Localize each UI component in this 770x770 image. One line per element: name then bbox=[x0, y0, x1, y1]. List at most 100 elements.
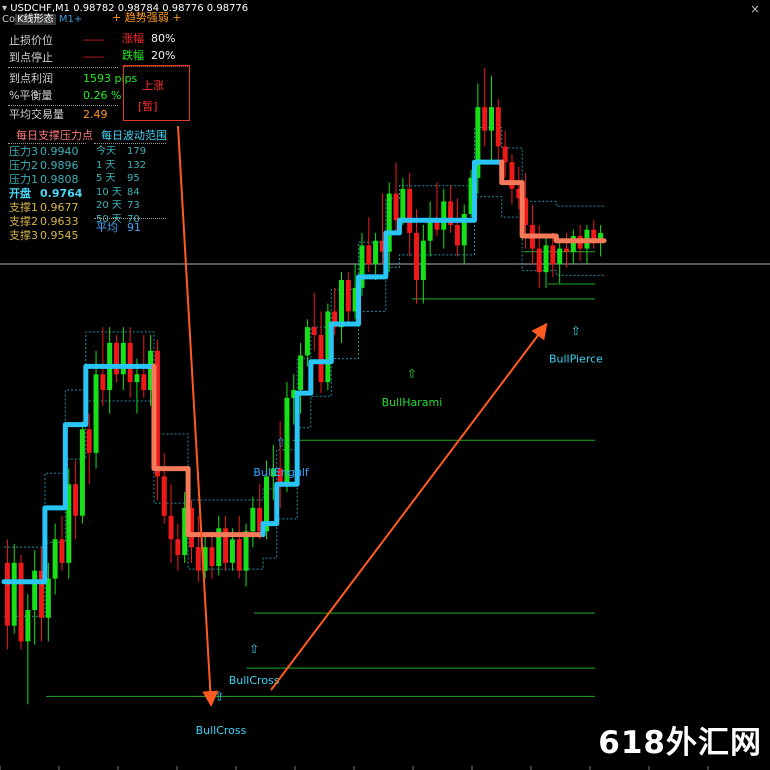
close-icon[interactable]: × bbox=[750, 2, 760, 16]
range-row-value: 132 bbox=[127, 159, 147, 171]
candle-body bbox=[120, 342, 126, 375]
candle-body bbox=[25, 610, 31, 642]
pattern-arrow: ⇧ bbox=[407, 366, 417, 380]
signal-status-label: [暂] bbox=[138, 100, 158, 113]
trend-line bbox=[151, 363, 266, 538]
range-row-value: 95 bbox=[127, 173, 140, 184]
candle-body bbox=[114, 342, 119, 375]
candle-body bbox=[127, 342, 133, 383]
range-row-value: 179 bbox=[127, 146, 147, 157]
pivot-row-value: 0.9808 bbox=[40, 173, 79, 186]
candle-body bbox=[168, 515, 174, 540]
candle-body bbox=[161, 476, 167, 516]
rise-label: 涨幅 bbox=[122, 32, 144, 45]
pattern-arrow: ⇧ bbox=[571, 324, 581, 338]
candle-body bbox=[339, 280, 344, 328]
indicator-name: K线形态 bbox=[15, 14, 56, 25]
pivot-row-value: 0.9633 bbox=[40, 215, 79, 228]
candle-body bbox=[52, 539, 58, 579]
pivot-row-label: 支撑2 bbox=[9, 215, 38, 228]
take-profit-label: 到点停止 bbox=[9, 51, 53, 64]
candle-body bbox=[543, 245, 549, 273]
candle-body bbox=[441, 201, 447, 230]
candle-body bbox=[73, 484, 79, 516]
pivot-row-value: 0.9896 bbox=[40, 159, 79, 172]
watermark: 618外汇网 bbox=[598, 725, 762, 761]
pattern-label: BullPierce bbox=[549, 353, 603, 366]
candle-body bbox=[373, 240, 379, 265]
candle-body bbox=[100, 374, 106, 390]
pivot-row-value: 0.9764 bbox=[40, 187, 83, 200]
panel-divider bbox=[8, 105, 118, 106]
timeframe-label: M1+ bbox=[58, 14, 83, 25]
candle-body bbox=[4, 562, 10, 626]
pivot-title: 每日支撑压力点 bbox=[16, 129, 93, 142]
range-row-label: 10 天 bbox=[96, 186, 122, 198]
pivot-row-label: 开盘 bbox=[9, 187, 31, 200]
pivot-row-label: 压力1 bbox=[9, 173, 38, 186]
candle-body bbox=[45, 578, 51, 618]
candle-body bbox=[175, 539, 181, 555]
range-row-label: 1 天 bbox=[96, 159, 116, 171]
candle-body bbox=[400, 188, 406, 221]
balance-label: %平衡量 bbox=[9, 89, 53, 102]
pattern-arrow: ⇧ bbox=[249, 642, 259, 656]
pattern-label: BullCross bbox=[229, 674, 280, 687]
candle-body bbox=[407, 188, 413, 233]
candle-body bbox=[79, 429, 85, 516]
candle-body bbox=[420, 240, 426, 280]
candle-body bbox=[209, 547, 215, 566]
pivot-row-label: 支撑1 bbox=[9, 201, 38, 214]
pivot-row-label: 支撑3 bbox=[9, 229, 38, 242]
candle-body bbox=[298, 355, 304, 390]
candle-body bbox=[86, 429, 92, 453]
range-row-label: 20 天 bbox=[96, 200, 122, 211]
take-profit-value: ------- bbox=[83, 50, 105, 63]
avg-volume-value: 2.49 bbox=[83, 108, 108, 121]
panel-divider bbox=[8, 67, 118, 68]
candle-body bbox=[345, 280, 351, 312]
trend-line bbox=[499, 159, 607, 244]
candle-body bbox=[557, 248, 563, 265]
candle-body bbox=[502, 146, 508, 163]
candle-body bbox=[550, 245, 556, 265]
pattern-arrow: ⇧ bbox=[276, 436, 286, 450]
candle-body bbox=[11, 562, 17, 626]
candle-body bbox=[536, 248, 542, 273]
pattern-label: BullEngulf bbox=[253, 466, 310, 479]
avg-volume-label: 平均交易量 bbox=[9, 108, 64, 121]
range-title: 每日波动范围 bbox=[101, 129, 167, 142]
pivot-row-label: 压力3 bbox=[9, 145, 38, 158]
range-row-label: 5 天 bbox=[96, 173, 116, 184]
pivot-row-value: 0.9677 bbox=[40, 201, 79, 214]
candle-body bbox=[59, 539, 65, 563]
range-row-label: 今天 bbox=[96, 146, 116, 157]
range-row-value: 84 bbox=[127, 186, 140, 198]
pattern-label: BullHarami bbox=[382, 396, 443, 409]
signal-up-label: 上涨 bbox=[142, 79, 164, 92]
range-row-value: 73 bbox=[127, 200, 140, 211]
candle-body bbox=[243, 531, 249, 571]
trend-strength-label: + 趋势强弱 + bbox=[112, 11, 182, 24]
candle-body bbox=[236, 539, 242, 571]
annotation-arrow bbox=[177, 125, 219, 707]
pattern-arrow: ⇧ bbox=[214, 690, 224, 704]
range-avg-label: 平均 bbox=[96, 221, 118, 234]
candle-body bbox=[32, 570, 38, 610]
stop-loss-value: ------- bbox=[83, 33, 105, 46]
pivot-row-value: 0.9940 bbox=[40, 145, 79, 158]
fall-label: 跌幅 bbox=[122, 49, 144, 62]
candle-body bbox=[311, 327, 317, 335]
range-divider bbox=[94, 218, 166, 219]
candle-body bbox=[93, 374, 99, 453]
candle-body bbox=[495, 107, 501, 147]
candle-body bbox=[393, 193, 399, 221]
candle-body bbox=[229, 539, 235, 563]
candle-body bbox=[454, 225, 460, 246]
range-avg-value: 91 bbox=[127, 221, 141, 234]
profit-label: 到点利润 bbox=[9, 72, 53, 85]
candle-body bbox=[489, 107, 494, 131]
balance-value: 0.26 % bbox=[83, 89, 122, 102]
pattern-label: BullCross bbox=[196, 724, 247, 737]
candle-body bbox=[195, 547, 201, 571]
